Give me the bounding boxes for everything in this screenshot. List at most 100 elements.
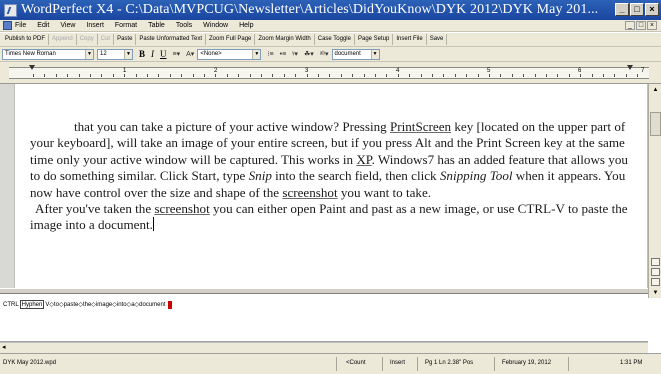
reveal-code-text: the [82,301,92,308]
highlight-icon[interactable]: ᵞ▾ [292,49,298,60]
zoom-margin-width-button[interactable]: Zoom Margin Width [255,34,315,45]
vertical-scrollbar[interactable]: ▲ ▼ [648,84,661,298]
document-icon[interactable] [3,21,12,30]
menu-format[interactable]: Format [115,22,137,29]
ruler-tick [386,74,388,77]
property-bar: Times New Roman ▼ 12 ▼ B I U ≡▾ A▾ <None… [0,47,661,62]
scroll-down-icon[interactable]: ▼ [650,288,661,298]
autocorrect-icon[interactable]: ᵃᵇ▾ [320,49,329,60]
ruler-tick [181,74,183,77]
ruler-tick [534,74,536,77]
wordperfect-app-icon[interactable] [4,3,17,17]
menu-file[interactable]: File [15,22,26,29]
hyphen-code[interactable]: Hyphen [19,300,45,309]
maximize-button[interactable]: □ [630,3,644,16]
ruler-tick [625,74,627,77]
previous-page-icon[interactable] [651,258,660,266]
menu-view[interactable]: View [60,22,75,29]
font-family-select[interactable]: Times New Roman ▼ [2,48,94,60]
cut-button[interactable]: Cut [98,34,115,45]
italic-icon[interactable]: I [151,49,154,60]
status-separator [494,357,495,371]
status-separator [382,357,383,371]
insert-file-button[interactable]: Insert File [393,34,427,45]
paste-unformatted-text-button[interactable]: Paste Unformatted Text [136,34,207,45]
document-page[interactable]: that you can take a picture of your acti… [14,84,648,288]
status-position[interactable]: Pg 1 Ln 2.38" Pos [425,360,473,366]
ruler-tick [226,74,228,77]
page-setup-button[interactable]: Page Setup [355,34,394,45]
symbols-icon[interactable]: ☘▾ [304,49,314,60]
paste-button[interactable]: Paste [114,34,137,45]
horizontal-scrollbar[interactable]: ◂ [0,342,648,353]
status-date[interactable]: February 19, 2012 [502,360,551,366]
style-value: <None> [200,50,222,57]
next-page-icon[interactable] [651,278,660,286]
view-select[interactable]: document ▼ [331,48,380,60]
menu-table[interactable]: Table [148,22,165,29]
ruler-tick [523,74,525,77]
browse-object-icon[interactable] [651,268,660,276]
ruler-tick [603,74,604,77]
ruler-tick [568,74,570,77]
justification-icon[interactable]: ≡▾ [173,49,181,60]
ruler[interactable]: 1 2 3 4 5 6 7 [0,62,661,84]
menu-insert[interactable]: Insert [86,22,104,29]
left-margin-marker[interactable] [29,65,35,70]
reveal-code-text: into [116,301,127,308]
scroll-up-icon[interactable]: ▲ [650,85,661,95]
status-time[interactable]: 1:31 PM [620,360,642,366]
minimize-button[interactable]: _ [615,3,629,16]
doc-restore-button[interactable]: □ [636,21,646,30]
ruler-tick [147,74,148,77]
reveal-codes-pane[interactable]: CTRL Hyphen V ◇ to ◇ paste ◇ the ◇ image ◇ into ◇ a ◇… [0,294,648,342]
right-margin-marker[interactable] [627,65,633,70]
end-of-document-marker[interactable] [167,300,172,309]
ruler-tick [78,74,80,77]
status-insert-mode[interactable]: Insert [390,360,405,366]
chevron-down-icon: ▼ [370,49,379,59]
ruler-tick [215,74,217,77]
font-color-icon[interactable]: A▾ [186,49,194,60]
status-separator [336,357,337,371]
scroll-left-icon[interactable]: ◂ [2,343,6,351]
scroll-thumb[interactable] [650,112,661,136]
ruler-tick [477,74,479,77]
zoom-full-page-button[interactable]: Zoom Full Page [206,34,256,45]
menu-window[interactable]: Window [203,22,228,29]
ruler-tick [397,74,399,77]
style-select[interactable]: <None> ▼ [197,48,262,60]
append-button[interactable]: Append [49,34,77,45]
ruler-tick [192,74,194,77]
status-count[interactable]: <Count [346,360,366,366]
ruler-tick [90,74,91,77]
save-button[interactable]: Save [427,34,448,45]
bold-icon[interactable]: B [139,49,145,60]
ruler-tick [33,74,34,77]
window-controls: _ □ × [615,3,659,16]
status-bar: DYK May 2012.wpd <Count Insert Pg 1 Ln 2… [0,353,661,374]
chevron-down-icon: ▼ [252,49,261,59]
menu-edit[interactable]: Edit [37,22,49,29]
ruler-tick [614,74,616,77]
document-text[interactable]: that you can take a picture of your acti… [30,119,640,234]
doc-close-button[interactable]: × [647,21,657,30]
case-toggle-button[interactable]: Case Toggle [315,34,355,45]
menu-tools[interactable]: Tools [176,22,192,29]
ruler-tick [443,74,445,77]
status-filename[interactable]: DYK May 2012.wpd [3,360,56,366]
ruler-tick [466,74,468,77]
ruler-tick [283,74,285,77]
publish-to-pdf-button[interactable]: Publish to PDF [2,34,50,45]
ruler-strip[interactable]: 1 2 3 4 5 6 7 [9,65,649,79]
doc-minimize-button[interactable]: _ [625,21,635,30]
bullets-icon[interactable]: •≡ [280,49,287,60]
ruler-tick [511,74,513,77]
font-size-select[interactable]: 12 ▼ [97,48,133,60]
underline-icon[interactable]: U [160,49,167,60]
copy-button[interactable]: Copy [77,34,98,45]
close-button[interactable]: × [645,3,659,16]
numbering-icon[interactable]: ⁝≡ [267,49,273,60]
status-separator [568,357,569,371]
menu-help[interactable]: Help [239,22,253,29]
